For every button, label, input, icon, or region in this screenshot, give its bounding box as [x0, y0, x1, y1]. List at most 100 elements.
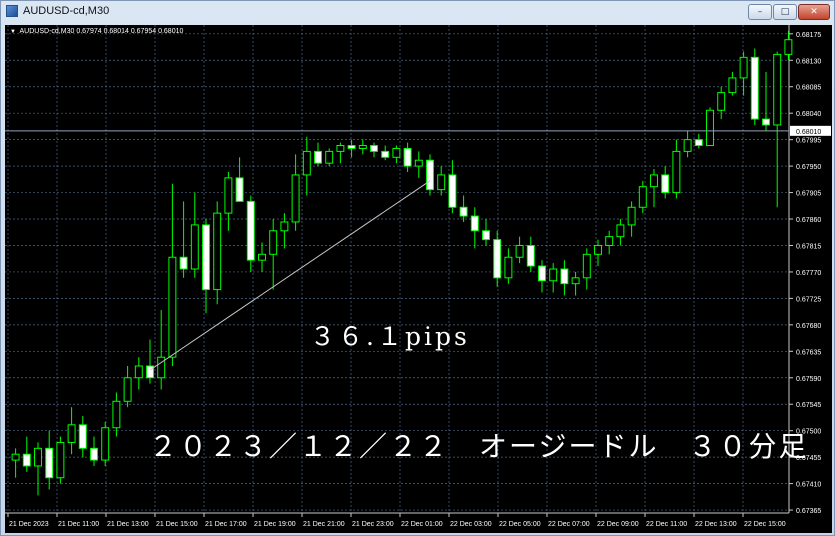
bull-candle[interactable]	[437, 174, 446, 191]
bear-candle[interactable]	[90, 447, 98, 461]
chart-legend: ▼ AUDUSD-cd,M30 0.67974 0.68014 0.67954 …	[10, 28, 183, 35]
bear-candle[interactable]	[381, 150, 390, 158]
bull-candle[interactable]	[627, 206, 636, 226]
bull-candle[interactable]	[112, 400, 121, 429]
time-tick-label: 21 Dec 17:00	[205, 521, 247, 528]
bear-candle[interactable]	[403, 147, 412, 167]
bull-candle[interactable]	[706, 109, 714, 147]
bull-candle[interactable]	[582, 253, 591, 279]
bear-candle[interactable]	[470, 215, 479, 232]
bull-candle[interactable]	[224, 177, 233, 214]
bull-candle[interactable]	[302, 150, 311, 176]
bull-candle[interactable]	[650, 174, 658, 188]
bear-candle[interactable]	[493, 239, 502, 279]
bear-candle[interactable]	[448, 174, 457, 208]
bull-candle[interactable]	[157, 356, 166, 379]
price-tick-label: 0.67635	[796, 349, 821, 356]
bear-candle[interactable]	[694, 139, 703, 147]
bull-candle[interactable]	[392, 147, 401, 158]
bear-candle[interactable]	[750, 56, 759, 120]
time-tick-label: 21 Dec 19:00	[254, 521, 296, 528]
bull-candle[interactable]	[280, 221, 289, 232]
price-tick-label: 0.67590	[796, 376, 821, 383]
bull-candle[interactable]	[616, 224, 625, 238]
bear-candle[interactable]	[22, 453, 31, 467]
chart-area[interactable]: 0.68175 0.68130 0.68085 0.68040 0.67995 0.679…	[5, 25, 832, 533]
terminal-window: AUDUSD-cd,M30 – □ ✕ 0.68175 0.68130 0.6808…	[0, 0, 835, 536]
bear-candle[interactable]	[661, 174, 670, 194]
bull-candle[interactable]	[336, 145, 345, 152]
bear-candle[interactable]	[314, 150, 322, 164]
time-tick-label: 22 Dec 07:00	[548, 521, 590, 528]
bull-candle[interactable]	[325, 150, 334, 164]
maximize-button[interactable]: □	[773, 4, 797, 20]
time-tick-label: 22 Dec 11:00	[646, 521, 687, 528]
time-tick-label: 22 Dec 03:00	[450, 521, 492, 528]
legend-symbol: AUDUSD-cd,M30	[19, 28, 75, 35]
price-tick-label: 0.67770	[796, 270, 821, 277]
bull-candle[interactable]	[571, 277, 580, 285]
bull-candle[interactable]	[605, 236, 614, 246]
pips-annotation: ３６.１pips	[310, 322, 470, 351]
bull-candle[interactable]	[594, 244, 602, 255]
bear-candle[interactable]	[560, 268, 569, 285]
bear-candle[interactable]	[179, 256, 188, 270]
bull-candle[interactable]	[683, 139, 692, 152]
bull-candle[interactable]	[414, 159, 423, 167]
bear-candle[interactable]	[762, 118, 770, 126]
close-button[interactable]: ✕	[798, 4, 830, 20]
bear-candle[interactable]	[235, 177, 244, 202]
bull-candle[interactable]	[67, 424, 76, 443]
bull-candle[interactable]	[291, 174, 300, 223]
bull-candle[interactable]	[504, 256, 513, 279]
bear-candle[interactable]	[146, 365, 154, 379]
bull-candle[interactable]	[168, 256, 177, 358]
bull-candle[interactable]	[101, 427, 110, 461]
bear-candle[interactable]	[45, 447, 54, 479]
time-tick-label: 21 Dec 23:00	[352, 521, 394, 528]
bull-candle[interactable]	[134, 365, 143, 379]
legend-ohlc: 0.67974 0.68014 0.67954 0.68010	[76, 28, 184, 35]
price-tick-label: 0.68040	[796, 111, 821, 118]
price-tick-label: 0.67815	[796, 243, 821, 250]
bear-candle[interactable]	[426, 159, 434, 191]
bull-candle[interactable]	[258, 253, 266, 261]
bull-candle[interactable]	[773, 53, 782, 126]
bear-candle[interactable]	[202, 224, 210, 291]
bull-candle[interactable]	[11, 453, 20, 461]
collapse-arrow-icon[interactable]: ▼	[10, 29, 16, 35]
time-tick-label: 22 Dec 15:00	[744, 521, 786, 528]
bull-candle[interactable]	[358, 145, 367, 149]
bull-candle[interactable]	[213, 212, 222, 291]
time-tick-label: 22 Dec 09:00	[597, 521, 639, 528]
bull-candle[interactable]	[784, 39, 793, 55]
bull-candle[interactable]	[728, 77, 737, 94]
time-tick-label: 21 Dec 2023	[9, 521, 49, 528]
bull-candle[interactable]	[638, 186, 647, 208]
bear-candle[interactable]	[78, 424, 87, 449]
bear-candle[interactable]	[538, 265, 546, 282]
bear-candle[interactable]	[482, 230, 490, 241]
bear-candle[interactable]	[459, 206, 468, 217]
title-bar[interactable]: AUDUSD-cd,M30 – □ ✕	[1, 1, 834, 23]
bull-candle[interactable]	[34, 447, 42, 467]
bear-candle[interactable]	[370, 145, 378, 152]
bull-candle[interactable]	[269, 230, 278, 255]
bull-candle[interactable]	[739, 56, 748, 79]
minimize-button[interactable]: –	[748, 4, 772, 20]
time-tick-label: 22 Dec 01:00	[401, 521, 443, 528]
bull-candle[interactable]	[56, 441, 65, 479]
price-tick-label: 0.67410	[796, 482, 821, 489]
bull-candle[interactable]	[123, 377, 132, 402]
bear-candle[interactable]	[246, 200, 255, 261]
chart-window-icon	[6, 5, 18, 17]
price-tick-label: 0.67725	[796, 296, 821, 303]
bull-candle[interactable]	[515, 244, 524, 258]
bear-candle[interactable]	[347, 145, 356, 149]
bear-candle[interactable]	[526, 244, 535, 267]
bull-candle[interactable]	[549, 268, 558, 282]
bull-candle[interactable]	[717, 92, 726, 111]
price-tick-label: 0.68085	[796, 85, 821, 92]
bull-candle[interactable]	[190, 224, 199, 270]
bull-candle[interactable]	[672, 150, 681, 194]
